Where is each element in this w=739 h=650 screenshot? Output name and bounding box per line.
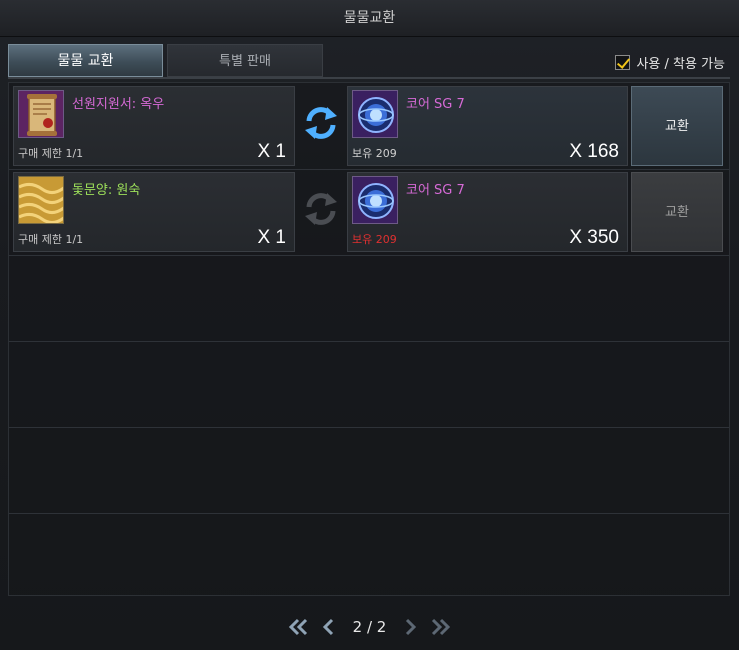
usable-checkbox[interactable] (615, 54, 631, 70)
purchase-limit: 구매 제한 1/1 (18, 147, 84, 160)
cost-item-cell[interactable]: 코어 SG 7 보유 209 X 168 (347, 86, 628, 166)
owned-count-insufficient: 보유 209 (352, 233, 397, 246)
empty-row (9, 513, 729, 599)
owned-count: 보유 209 (352, 147, 397, 160)
exchange-button-disabled[interactable]: 교환 (631, 172, 723, 252)
next-page-icon[interactable] (400, 616, 422, 638)
cost-item-cell[interactable]: 코어 SG 7 보유 209 X 350 (347, 172, 628, 252)
exchange-row: 돛문양: 원숙 구매 제한 1/1 X 1 코어 SG 7 보유 209 X 3… (9, 169, 729, 256)
usable-filter[interactable]: 사용 / 착용 가능 (615, 53, 725, 72)
scroll-icon (18, 90, 64, 138)
core-orb-icon (352, 90, 398, 138)
reward-item-cell[interactable]: 선원지원서: 옥우 구매 제한 1/1 X 1 (13, 86, 295, 166)
reward-quantity: X 1 (257, 227, 286, 248)
reward-item-cell[interactable]: 돛문양: 원숙 구매 제한 1/1 X 1 (13, 172, 295, 252)
page-indicator: 2 / 2 (352, 618, 387, 636)
exchange-list: 선원지원서: 옥우 구매 제한 1/1 X 1 코어 SG 7 보유 209 X… (8, 82, 730, 596)
sail-pattern-icon (18, 176, 64, 224)
tab-special-sale[interactable]: 특별 판매 (167, 44, 323, 77)
empty-row (9, 255, 729, 342)
purchase-limit: 구매 제한 1/1 (18, 233, 84, 246)
prev-page-icon[interactable] (317, 616, 339, 638)
exchange-arrows-icon (301, 103, 341, 143)
reward-item-name: 선원지원서: 옥우 (72, 97, 165, 112)
exchange-button[interactable]: 교환 (631, 86, 723, 166)
empty-row (9, 427, 729, 514)
tab-barter[interactable]: 물물 교환 (8, 44, 163, 77)
core-orb-icon (352, 176, 398, 224)
reward-item-name: 돛문양: 원숙 (72, 183, 141, 198)
pagination: 2 / 2 (0, 612, 739, 642)
empty-row (9, 341, 729, 428)
cost-quantity: X 168 (569, 141, 619, 162)
barter-window: 물물교환 물물 교환 특별 판매 사용 / 착용 가능 선원지원서: 옥우 구매… (0, 0, 739, 650)
last-page-icon[interactable] (430, 616, 452, 638)
window-title: 물물교환 (0, 0, 739, 37)
reward-quantity: X 1 (257, 141, 286, 162)
check-icon (617, 54, 631, 69)
usable-filter-label: 사용 / 착용 가능 (636, 56, 725, 72)
cost-item-name: 코어 SG 7 (406, 183, 465, 198)
exchange-arrows-icon (301, 189, 341, 229)
first-page-icon[interactable] (287, 616, 309, 638)
tab-divider (8, 77, 730, 79)
cost-quantity: X 350 (569, 227, 619, 248)
cost-item-name: 코어 SG 7 (406, 97, 465, 112)
exchange-row: 선원지원서: 옥우 구매 제한 1/1 X 1 코어 SG 7 보유 209 X… (9, 83, 729, 170)
